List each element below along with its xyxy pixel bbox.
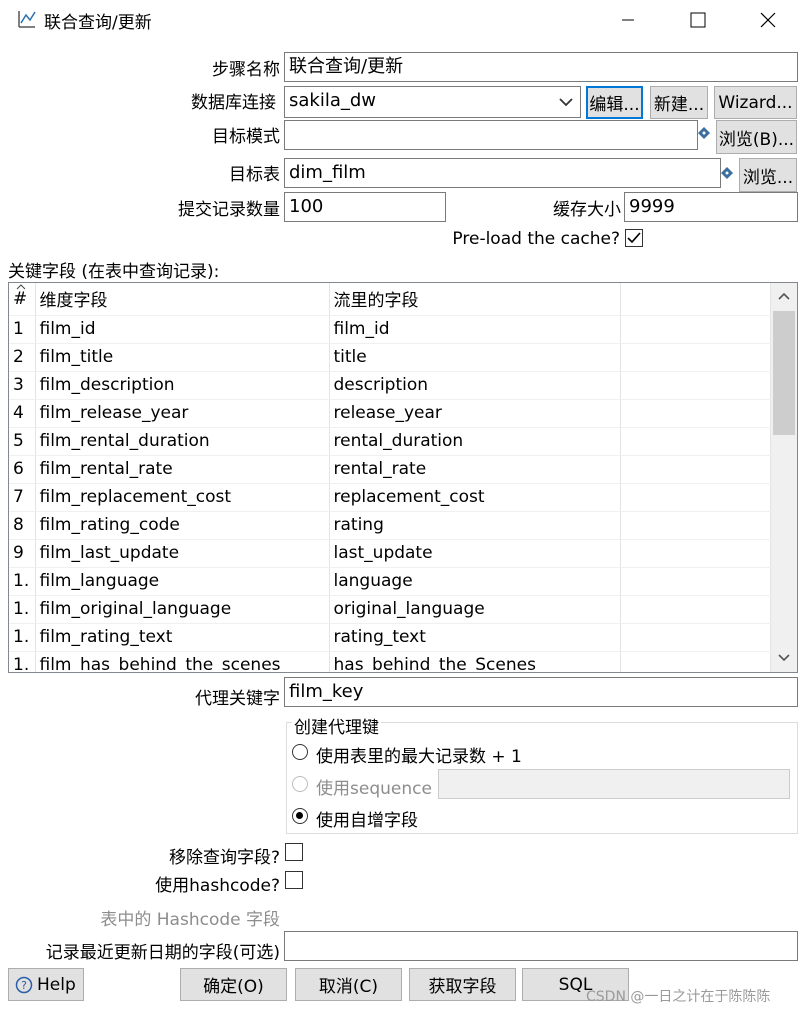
target-schema-input[interactable] — [284, 120, 698, 150]
column-header-number[interactable]: # — [9, 283, 36, 316]
table-row[interactable]: 1 film_id film_id — [9, 315, 771, 344]
minimize-icon — [622, 19, 634, 21]
create-surrogate-key-title: 创建代理键 — [292, 713, 381, 738]
column-header-stream-field[interactable]: 流里的字段 — [329, 283, 621, 316]
surrogate-key-input[interactable]: film_key — [284, 677, 798, 707]
svg-text:?: ? — [21, 979, 27, 992]
radio-sequence — [292, 776, 308, 792]
table-row[interactable]: 5 film_rental_duration rental_duration — [9, 427, 771, 456]
maximize-button[interactable] — [663, 0, 733, 40]
table-row[interactable]: 1. film_language language — [9, 567, 771, 596]
get-fields-button[interactable]: 获取字段 — [409, 968, 516, 1001]
scroll-up-icon[interactable] — [777, 291, 791, 301]
lookup-step-icon — [18, 11, 36, 28]
ok-button[interactable]: 确定(O) — [180, 968, 287, 1001]
last-update-field-label: 记录最近更新日期的字段(可选) — [45, 943, 280, 963]
browse-table-button[interactable]: 浏览... — [739, 158, 797, 192]
db-connection-select[interactable]: sakila_dw — [284, 86, 581, 118]
scrollbar-thumb[interactable] — [773, 311, 795, 435]
db-connection-value: sakila_dw — [289, 90, 377, 111]
remove-lookup-fields-checkbox[interactable] — [285, 843, 303, 861]
sort-up-icon — [16, 284, 26, 290]
key-fields-label: 关键字段 (在表中查询记录): — [8, 262, 220, 282]
commit-size-label: 提交记录数量 — [178, 200, 280, 220]
edit-connection-button[interactable]: 编辑... — [586, 86, 643, 119]
sequence-name-input — [438, 769, 790, 799]
table-row[interactable]: 6 film_rental_rate rental_rate — [9, 455, 771, 484]
commit-size-input[interactable]: 100 — [284, 192, 446, 222]
radio-max-plus-one[interactable] — [292, 744, 308, 760]
window-title: 联合查询/更新 — [44, 13, 152, 33]
radio-sequence-label: 使用sequence — [316, 779, 432, 799]
table-row[interactable]: 8 film_rating_code rating — [9, 511, 771, 540]
table-row[interactable]: 3 film_description description — [9, 371, 771, 400]
maximize-icon — [690, 12, 706, 28]
preload-cache-label: Pre-load the cache? — [452, 229, 620, 249]
table-row[interactable]: 1. film_original_language original_languag… — [9, 595, 771, 624]
db-connection-label: 数据库连接 — [191, 93, 276, 113]
table-row[interactable]: 7 film_replacement_cost replacement_cost — [9, 483, 771, 512]
target-schema-label: 目标模式 — [212, 127, 280, 147]
close-button[interactable] — [733, 0, 803, 40]
scroll-down-icon[interactable] — [777, 653, 791, 663]
table-row[interactable]: 9 film_last_update last_update — [9, 539, 771, 568]
preload-cache-checkbox[interactable] — [625, 229, 643, 247]
wizard-button[interactable]: Wizard... — [714, 86, 797, 119]
cache-size-label: 缓存大小 — [553, 200, 621, 220]
close-icon — [760, 12, 776, 28]
cancel-button[interactable]: 取消(C) — [295, 968, 402, 1001]
radio-auto-increment-label: 使用自增字段 — [316, 811, 418, 831]
minimize-button[interactable] — [593, 0, 663, 40]
help-icon: ? — [15, 976, 33, 993]
target-table-input[interactable]: dim_film — [284, 158, 721, 188]
checkmark-icon — [627, 232, 641, 244]
table-row[interactable]: 1. film_rating_text rating_text — [9, 623, 771, 652]
radio-auto-increment[interactable] — [292, 808, 308, 824]
step-name-label: 步骤名称 — [212, 60, 280, 80]
table-row[interactable]: 1. film_has_behind_the_scenes has_behind_t… — [9, 651, 771, 672]
table-row[interactable]: 2 film_title title — [9, 343, 771, 372]
title-bar: 联合查询/更新 — [0, 0, 805, 40]
column-header-empty — [620, 283, 771, 316]
use-hashcode-checkbox[interactable] — [285, 871, 303, 889]
target-table-label: 目标表 — [229, 165, 280, 185]
column-header-dim-field[interactable]: 维度字段 — [35, 283, 330, 316]
remove-lookup-fields-label: 移除查询字段? — [168, 848, 280, 868]
radio-max-plus-one-label: 使用表里的最大记录数 + 1 — [316, 747, 522, 767]
help-button[interactable]: ? Help — [8, 968, 84, 1001]
watermark: CSDN @一日之计在于陈陈陈 — [586, 989, 771, 1005]
cache-size-input[interactable]: 9999 — [624, 192, 798, 222]
chevron-down-icon — [559, 98, 573, 107]
variable-diamond-icon — [721, 167, 733, 179]
hashcode-field-label: 表中的 Hashcode 字段 — [100, 910, 280, 930]
use-hashcode-label: 使用hashcode? — [155, 876, 280, 896]
browse-schema-button[interactable]: 浏览(B)... — [716, 120, 797, 154]
last-update-field-input[interactable] — [284, 931, 798, 961]
surrogate-key-label: 代理关键字 — [195, 689, 280, 709]
key-fields-table[interactable]: # 维度字段 流里的字段 1 film_id film_id 2 film_title… — [8, 282, 798, 673]
step-name-input[interactable]: 联合查询/更新 — [284, 52, 798, 82]
new-connection-button[interactable]: 新建... — [650, 86, 708, 119]
table-row[interactable]: 4 film_release_year release_year — [9, 399, 771, 428]
variable-diamond-icon — [698, 127, 710, 139]
